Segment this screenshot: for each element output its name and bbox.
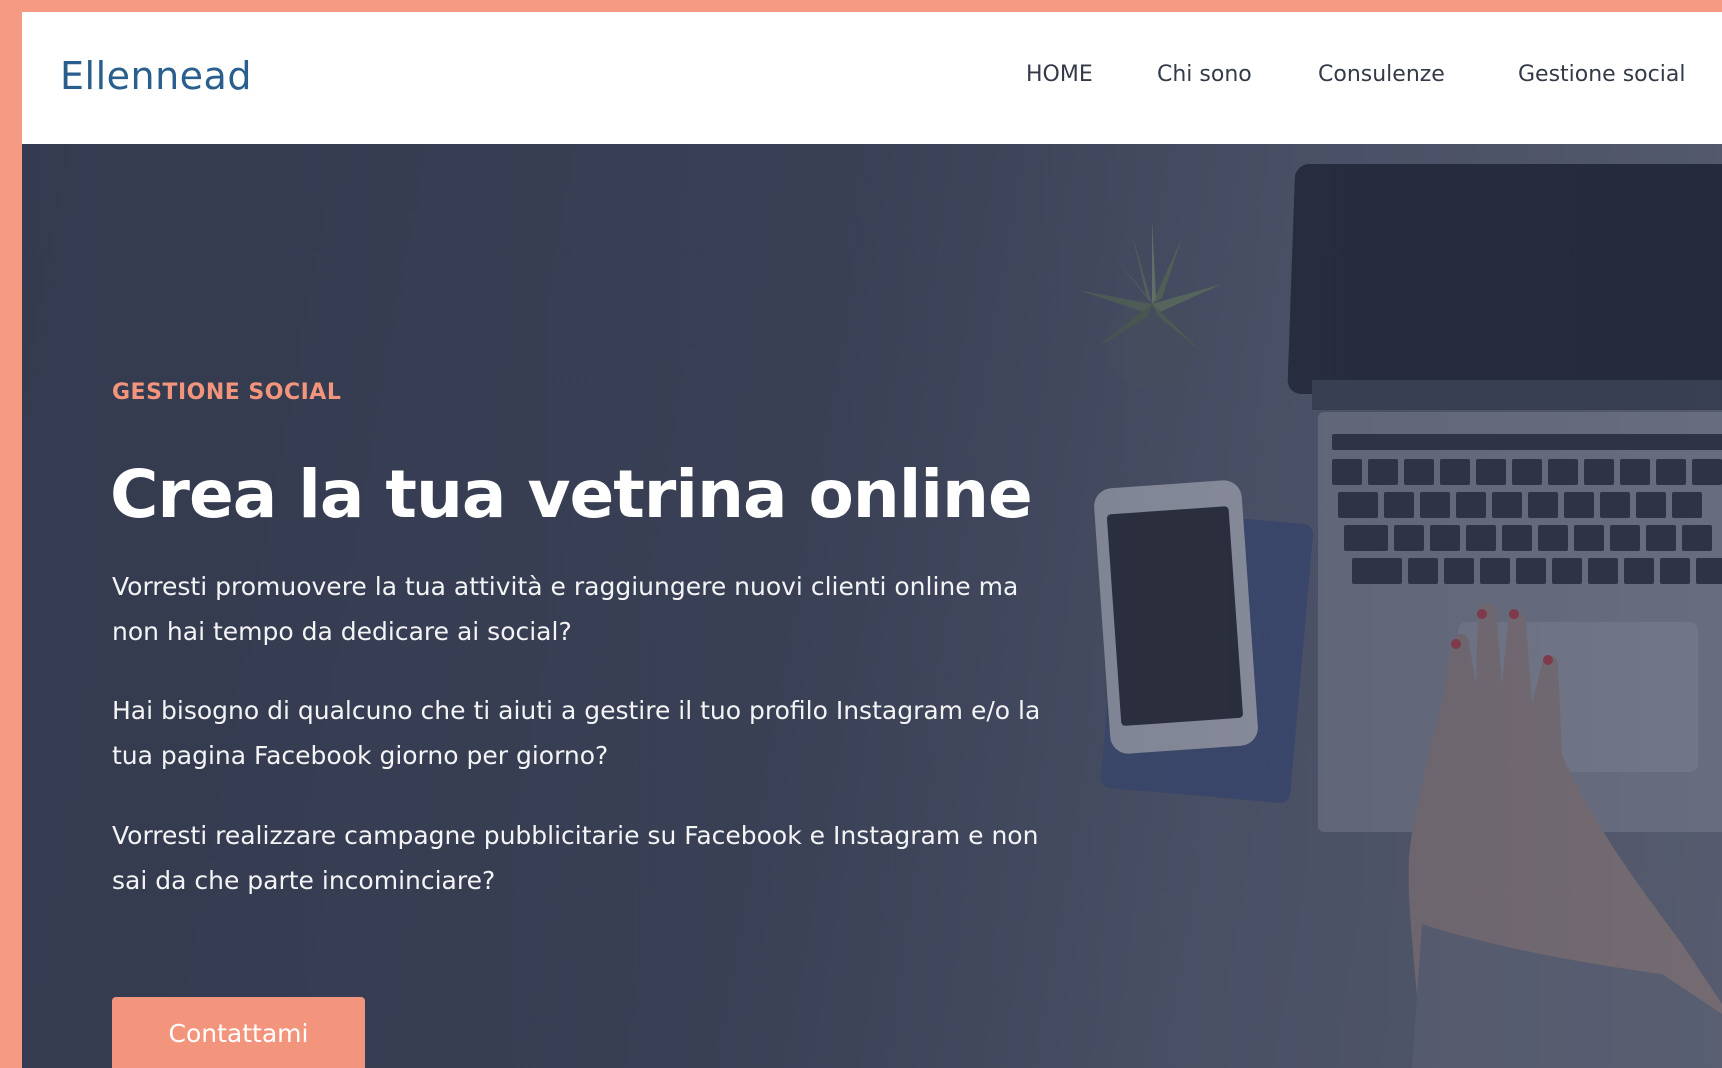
site-header: Ellennead HOME Chi sono Consulenze Gesti… xyxy=(22,12,1722,144)
main-nav: HOME Chi sono Consulenze Gestione social xyxy=(22,62,1722,102)
hero-eyebrow: GESTIONE SOCIAL xyxy=(112,380,342,405)
hero-paragraph-2: Hai bisogno di qualcuno che ti aiuti a g… xyxy=(112,696,1041,770)
hero-paragraph-3: Vorresti realizzare campagne pubblicitar… xyxy=(112,821,1039,895)
nav-item-gestione-social[interactable]: Gestione social xyxy=(1518,62,1685,87)
hero-section: GESTIONE SOCIAL Crea la tua vetrina onli… xyxy=(22,144,1722,1068)
nav-item-chi-sono[interactable]: Chi sono xyxy=(1157,62,1252,87)
nav-item-home[interactable]: HOME xyxy=(1026,62,1093,87)
browser-page: Ellennead HOME Chi sono Consulenze Gesti… xyxy=(22,12,1722,1068)
hero-paragraph-1: Vorresti promuovere la tua attività e ra… xyxy=(112,572,1019,646)
contact-button[interactable]: Contattami xyxy=(112,997,365,1068)
nav-item-consulenze[interactable]: Consulenze xyxy=(1318,62,1445,87)
hero-title: Crea la tua vetrina online xyxy=(110,456,1033,533)
